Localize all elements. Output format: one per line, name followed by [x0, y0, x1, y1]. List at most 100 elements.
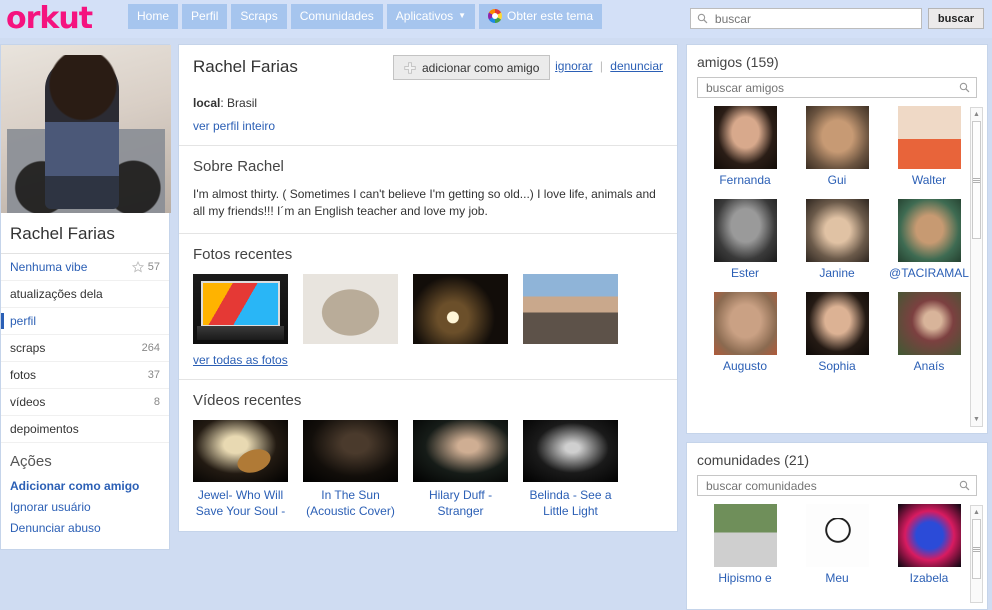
video-item[interactable]: Belinda - See a Little Light: [523, 419, 618, 519]
friend-name[interactable]: Ester: [699, 266, 791, 280]
view-full-profile-link[interactable]: ver perfil inteiro: [193, 119, 275, 133]
communities-search-wrap[interactable]: [697, 475, 977, 496]
friend-item[interactable]: Ester: [699, 199, 791, 292]
community-name[interactable]: Meu: [791, 571, 883, 585]
friend-item[interactable]: Walter: [883, 106, 975, 199]
avatar[interactable]: [713, 106, 777, 169]
nav-perfil[interactable]: Perfil: [182, 4, 228, 29]
sidebar-item-depoimentos[interactable]: depoimentos: [1, 416, 169, 443]
avatar[interactable]: [897, 106, 961, 169]
community-icon[interactable]: [713, 504, 777, 567]
sidebar-item-scraps[interactable]: scraps 264: [1, 335, 169, 362]
community-icon[interactable]: [805, 504, 869, 567]
friend-name[interactable]: Janine: [791, 266, 883, 280]
report-link[interactable]: denunciar: [610, 59, 663, 73]
scrollbar-thumb[interactable]: [972, 519, 981, 579]
sidebar-item-label[interactable]: perfil: [10, 314, 36, 328]
sidebar-name: Rachel Farias: [1, 213, 169, 254]
video-item[interactable]: Hilary Duff - Stranger: [413, 419, 508, 519]
community-name[interactable]: Hipismo e: [699, 571, 791, 585]
nav-obter-tema[interactable]: Obter este tema: [479, 4, 603, 29]
page-title: Rachel Farias: [193, 57, 298, 76]
avatar[interactable]: [805, 292, 869, 355]
sidebar-item-vibe[interactable]: Nenhuma vibe 57: [1, 254, 169, 281]
friends-scrollbar[interactable]: ▲ ▼: [970, 107, 983, 427]
avatar[interactable]: [897, 199, 961, 262]
search-button[interactable]: buscar: [927, 8, 984, 29]
friend-name[interactable]: Anaís: [883, 359, 975, 373]
actions-title: Ações: [10, 453, 52, 470]
nav-comunidades[interactable]: Comunidades: [290, 4, 383, 29]
nav-scraps[interactable]: Scraps: [231, 4, 287, 29]
friend-name[interactable]: Walter: [883, 173, 975, 187]
photo-thumb[interactable]: [413, 273, 508, 344]
communities-scrollbar[interactable]: ▲: [970, 505, 983, 603]
view-all-photos-link[interactable]: ver todas as fotos: [193, 353, 288, 367]
scrollbar-track[interactable]: [971, 121, 982, 413]
video-thumb[interactable]: [523, 419, 618, 482]
avatar[interactable]: [713, 199, 777, 262]
friend-item[interactable]: Gui: [791, 106, 883, 199]
photo-thumb[interactable]: [523, 273, 618, 344]
nav-home[interactable]: Home: [128, 4, 179, 29]
community-icon[interactable]: [897, 504, 961, 567]
video-thumb[interactable]: [193, 419, 288, 482]
video-thumb[interactable]: [303, 419, 398, 482]
sidebar-item-atualizacoes[interactable]: atualizações dela: [1, 281, 169, 308]
sidebar-item-fotos[interactable]: fotos 37: [1, 362, 169, 389]
video-title[interactable]: Belinda - See a Little Light: [523, 487, 618, 519]
avatar[interactable]: [805, 199, 869, 262]
local-value: Brasil: [227, 96, 258, 110]
action-ignorar-usuario[interactable]: Ignorar usuário: [1, 497, 169, 518]
community-item[interactable]: Izabela: [883, 504, 975, 597]
friend-name[interactable]: Augusto: [699, 359, 791, 373]
photo-thumb[interactable]: [303, 273, 398, 344]
sidebar-item-videos[interactable]: vídeos 8: [1, 389, 169, 416]
video-title[interactable]: In The Sun (Acoustic Cover): [303, 487, 398, 519]
friend-item[interactable]: Anaís: [883, 292, 975, 385]
orkut-logo[interactable]: orkut: [6, 1, 93, 36]
scroll-up-icon[interactable]: ▲: [971, 506, 982, 519]
community-name[interactable]: Izabela: [883, 571, 975, 585]
community-item[interactable]: Meu: [791, 504, 883, 597]
action-label[interactable]: Ignorar usuário: [10, 500, 91, 514]
action-label[interactable]: Denunciar abuso: [10, 521, 101, 535]
friend-item[interactable]: Janine: [791, 199, 883, 292]
scroll-up-icon[interactable]: ▲: [971, 108, 982, 121]
friend-item[interactable]: Augusto: [699, 292, 791, 385]
video-thumb[interactable]: [413, 419, 508, 482]
friends-search-input[interactable]: [704, 79, 959, 96]
video-title[interactable]: Hilary Duff - Stranger: [413, 487, 508, 519]
friend-name[interactable]: @TACIRAMAL: [883, 266, 975, 280]
search-input[interactable]: [712, 10, 915, 27]
add-friend-button[interactable]: adicionar como amigo: [393, 55, 551, 80]
scroll-down-icon[interactable]: ▼: [971, 413, 982, 426]
community-item[interactable]: Hipismo e: [699, 504, 791, 597]
avatar[interactable]: [897, 292, 961, 355]
scrollbar-track[interactable]: [971, 519, 982, 589]
photo-thumb[interactable]: [193, 273, 288, 344]
communities-search-input[interactable]: [704, 477, 959, 494]
video-item[interactable]: In The Sun (Acoustic Cover): [303, 419, 398, 519]
vibe-label[interactable]: Nenhuma vibe: [10, 260, 87, 274]
sidebar-item-perfil[interactable]: perfil: [1, 308, 169, 335]
friend-name[interactable]: Gui: [791, 173, 883, 187]
profile-photo[interactable]: [1, 45, 171, 213]
nav-aplicativos[interactable]: Aplicativos ▼: [386, 4, 476, 29]
friends-search-wrap[interactable]: [697, 77, 977, 98]
video-item[interactable]: Jewel- Who Will Save Your Soul -: [193, 419, 288, 519]
search-input-wrap[interactable]: [689, 8, 922, 29]
friend-item[interactable]: @TACIRAMAL: [883, 199, 975, 292]
friend-item[interactable]: Fernanda: [699, 106, 791, 199]
action-label[interactable]: Adicionar como amigo: [10, 479, 139, 493]
scrollbar-thumb[interactable]: [972, 121, 981, 239]
friend-name[interactable]: Fernanda: [699, 173, 791, 187]
friend-item[interactable]: Sophia: [791, 292, 883, 385]
action-adicionar-amigo[interactable]: Adicionar como amigo: [1, 476, 169, 497]
video-title[interactable]: Jewel- Who Will Save Your Soul -: [193, 487, 288, 519]
action-denunciar-abuso[interactable]: Denunciar abuso: [1, 518, 169, 539]
avatar[interactable]: [805, 106, 869, 169]
friend-name[interactable]: Sophia: [791, 359, 883, 373]
ignore-link[interactable]: ignorar: [555, 59, 592, 73]
avatar[interactable]: [713, 292, 777, 355]
